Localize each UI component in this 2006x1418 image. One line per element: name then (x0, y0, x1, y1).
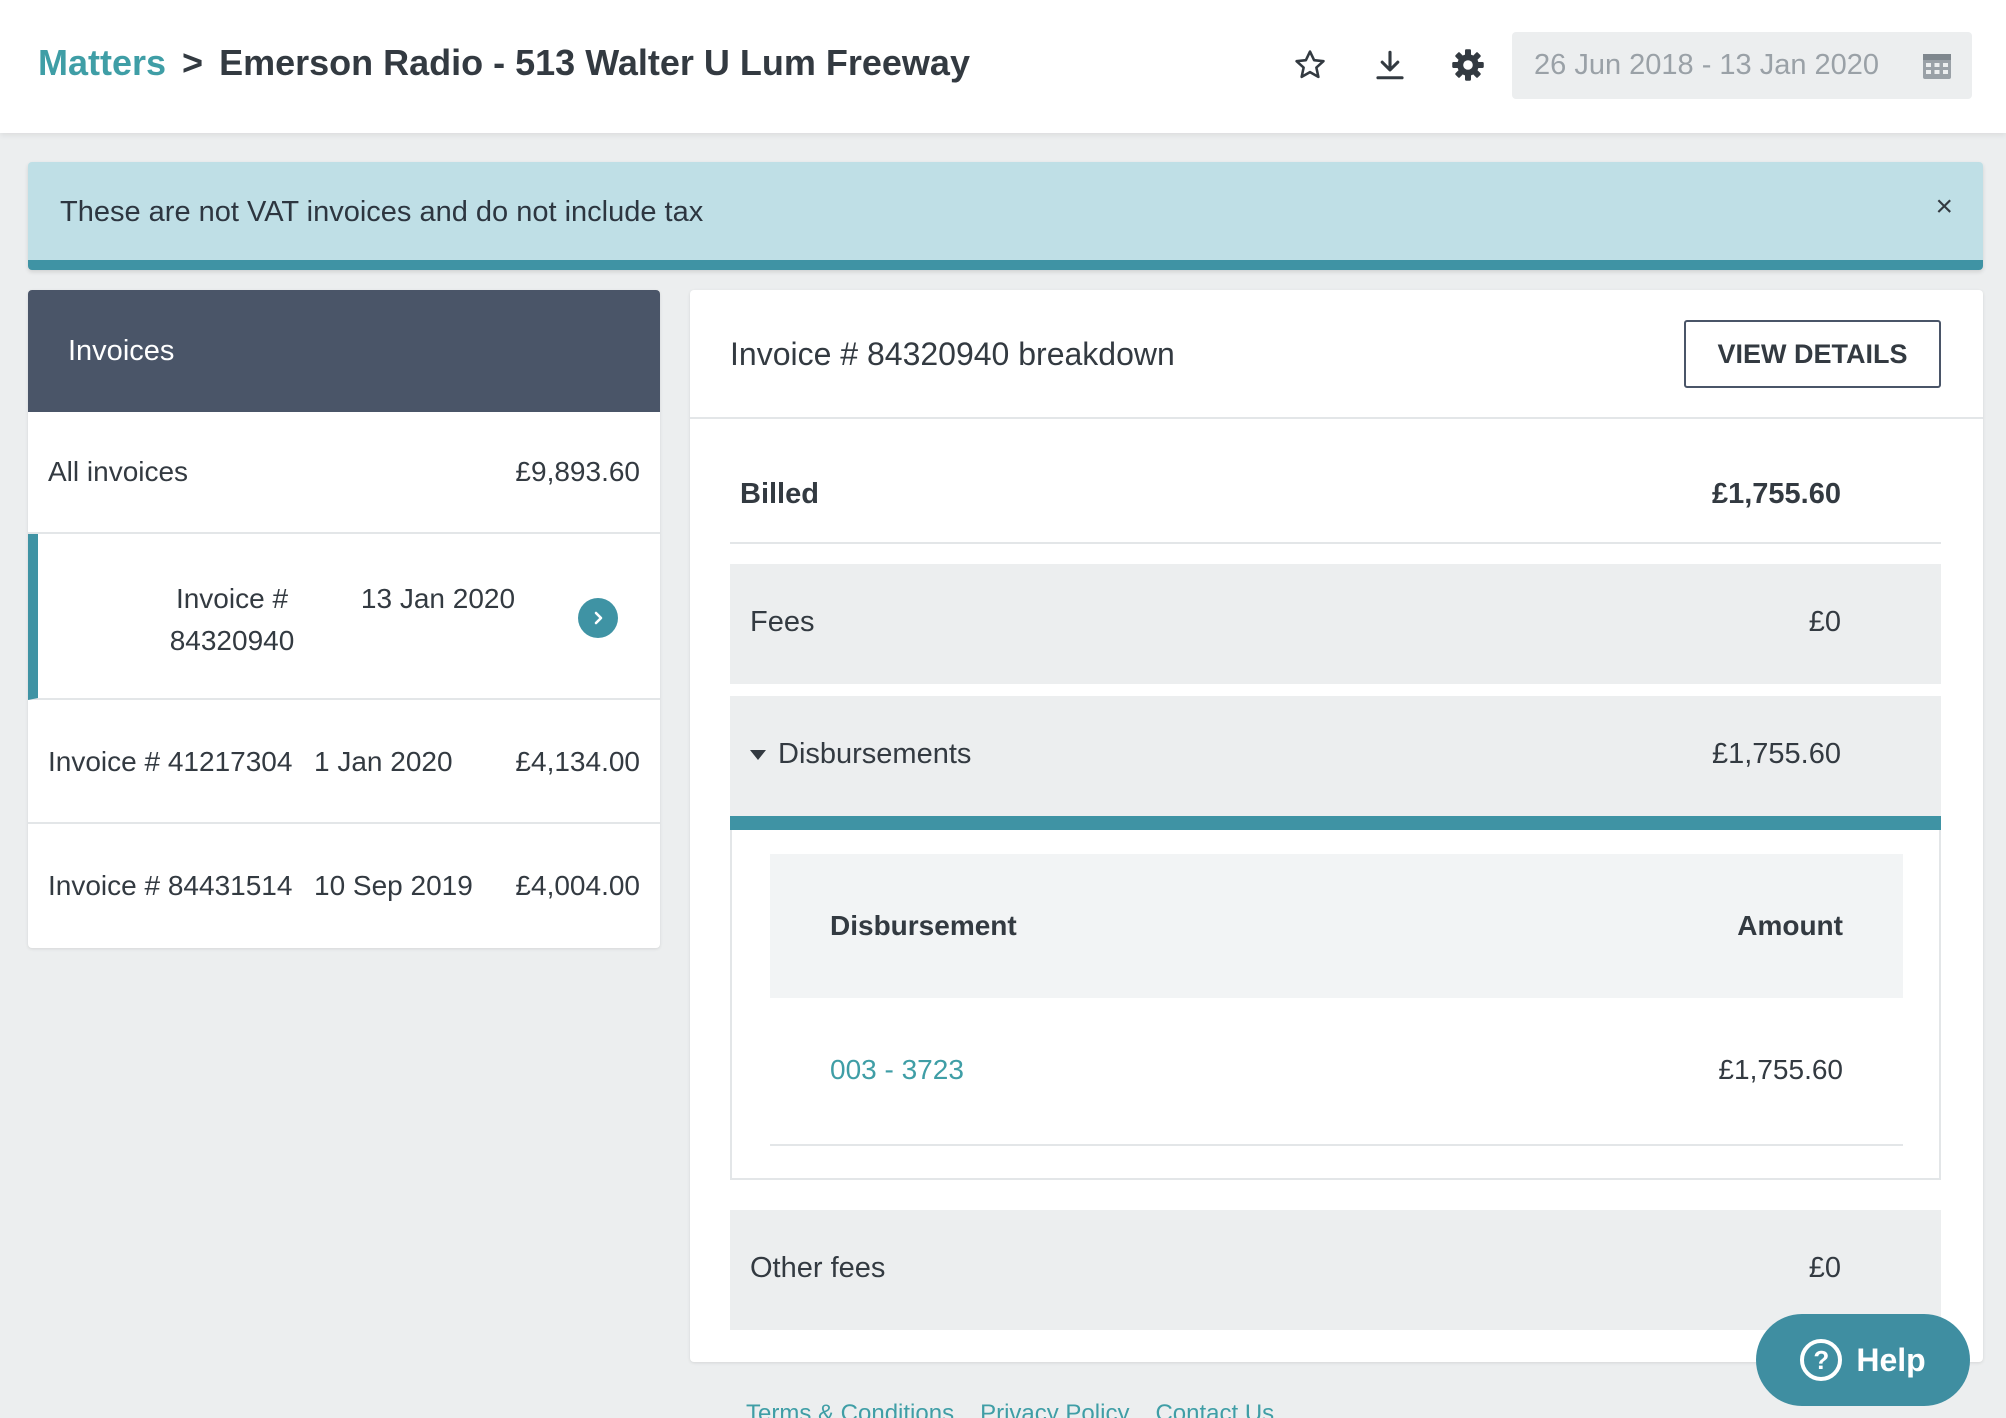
page-title: Emerson Radio - 513 Walter U Lum Freeway (219, 42, 970, 83)
invoices-panel-title: Invoices (28, 290, 660, 412)
date-range-picker[interactable]: 26 Jun 2018 - 13 Jan 2020 (1512, 32, 1972, 99)
billed-row: Billed £1,755.60 (730, 442, 1941, 544)
billed-value: £1,755.60 (1711, 478, 1841, 510)
disbursements-table-header: Disbursement Amount (770, 854, 1903, 998)
invoice-date: 10 Sep 2019 (314, 870, 473, 901)
download-icon[interactable] (1369, 44, 1411, 86)
column-header-amount: Amount (1737, 910, 1843, 941)
table-row: 003 - 3723 £1,755.60 (770, 998, 1903, 1146)
question-icon: ? (1800, 1339, 1843, 1381)
invoice-breakdown-panel: Invoice # 84320940 breakdown VIEW DETAIL… (690, 290, 1983, 1362)
disbursements-value: £1,755.60 (1711, 738, 1841, 770)
disbursement-amount: £1,755.60 (1718, 1054, 1843, 1085)
breadcrumb-separator: > (182, 42, 204, 83)
invoice-row-selected[interactable]: Invoice # 84320940 13 Jan 2020 (28, 534, 660, 700)
invoice-number: Invoice # 84320940 (169, 583, 295, 656)
vat-notice-alert: These are not VAT invoices and do not in… (28, 162, 1983, 270)
alert-message: These are not VAT invoices and do not in… (60, 196, 704, 228)
top-header: Matters > Emerson Radio - 513 Walter U L… (0, 0, 2006, 133)
invoice-row[interactable]: Invoice # 84431514 10 Sep 2019 £4,004.00 (28, 824, 660, 948)
invoices-panel: Invoices All invoices £9,893.60 Invoice … (28, 290, 660, 948)
help-label: Help (1856, 1341, 1926, 1378)
breakdown-header: Invoice # 84320940 breakdown VIEW DETAIL… (690, 290, 1983, 419)
view-details-button[interactable]: VIEW DETAILS (1684, 320, 1941, 388)
footer-terms-link[interactable]: Terms & Conditions (746, 1400, 954, 1418)
other-fees-label: Other fees (750, 1252, 886, 1284)
help-button[interactable]: ? Help (1756, 1314, 1970, 1406)
other-fees-row: Other fees £0 (730, 1210, 1941, 1330)
all-invoices-row[interactable]: All invoices £9,893.60 (28, 412, 660, 534)
caret-down-icon (750, 749, 766, 760)
breakdown-title: Invoice # 84320940 breakdown (730, 336, 1175, 372)
invoice-number: Invoice # 84431514 (48, 870, 293, 901)
disbursement-ref-link[interactable]: 003 - 3723 (830, 1054, 964, 1086)
close-icon[interactable]: × (1935, 192, 1953, 222)
all-invoices-amount: £9,893.60 (515, 456, 640, 487)
calendar-icon (1922, 52, 1952, 88)
fees-row: Fees £0 (730, 564, 1941, 684)
other-fees-value: £0 (1808, 1252, 1841, 1284)
invoice-date: 1 Jan 2020 (314, 746, 453, 777)
breadcrumb: Matters > Emerson Radio - 513 Walter U L… (38, 42, 970, 84)
disbursements-label: Disbursements (778, 738, 972, 770)
invoice-amount: £4,004.00 (515, 870, 640, 901)
footer-links: Terms & Conditions Privacy Policy Contac… (746, 1400, 1274, 1418)
chevron-right-icon[interactable] (578, 598, 618, 638)
star-icon[interactable] (1289, 44, 1331, 86)
invoice-amount: £4,134.00 (515, 746, 640, 777)
fees-value: £0 (1808, 606, 1841, 638)
invoice-number: Invoice # 41217304 (48, 746, 293, 777)
disbursements-table: Disbursement Amount 003 - 3723 £1,755.60 (730, 830, 1941, 1180)
gear-icon[interactable] (1447, 44, 1489, 86)
date-range-value: 26 Jun 2018 - 13 Jan 2020 (1534, 49, 1880, 81)
footer-privacy-link[interactable]: Privacy Policy (980, 1400, 1129, 1418)
breadcrumb-matters-link[interactable]: Matters (38, 42, 166, 84)
invoice-row[interactable]: Invoice # 41217304 1 Jan 2020 £4,134.00 (28, 700, 660, 824)
disbursements-toggle-row[interactable]: Disbursements £1,755.60 (730, 696, 1941, 830)
fees-label: Fees (750, 606, 815, 638)
all-invoices-label: All invoices (48, 456, 189, 487)
invoice-date: 13 Jan 2020 (360, 583, 516, 614)
billed-label: Billed (740, 478, 819, 510)
column-header-disbursement: Disbursement (830, 910, 1017, 941)
footer-contact-link[interactable]: Contact Us (1155, 1400, 1274, 1418)
